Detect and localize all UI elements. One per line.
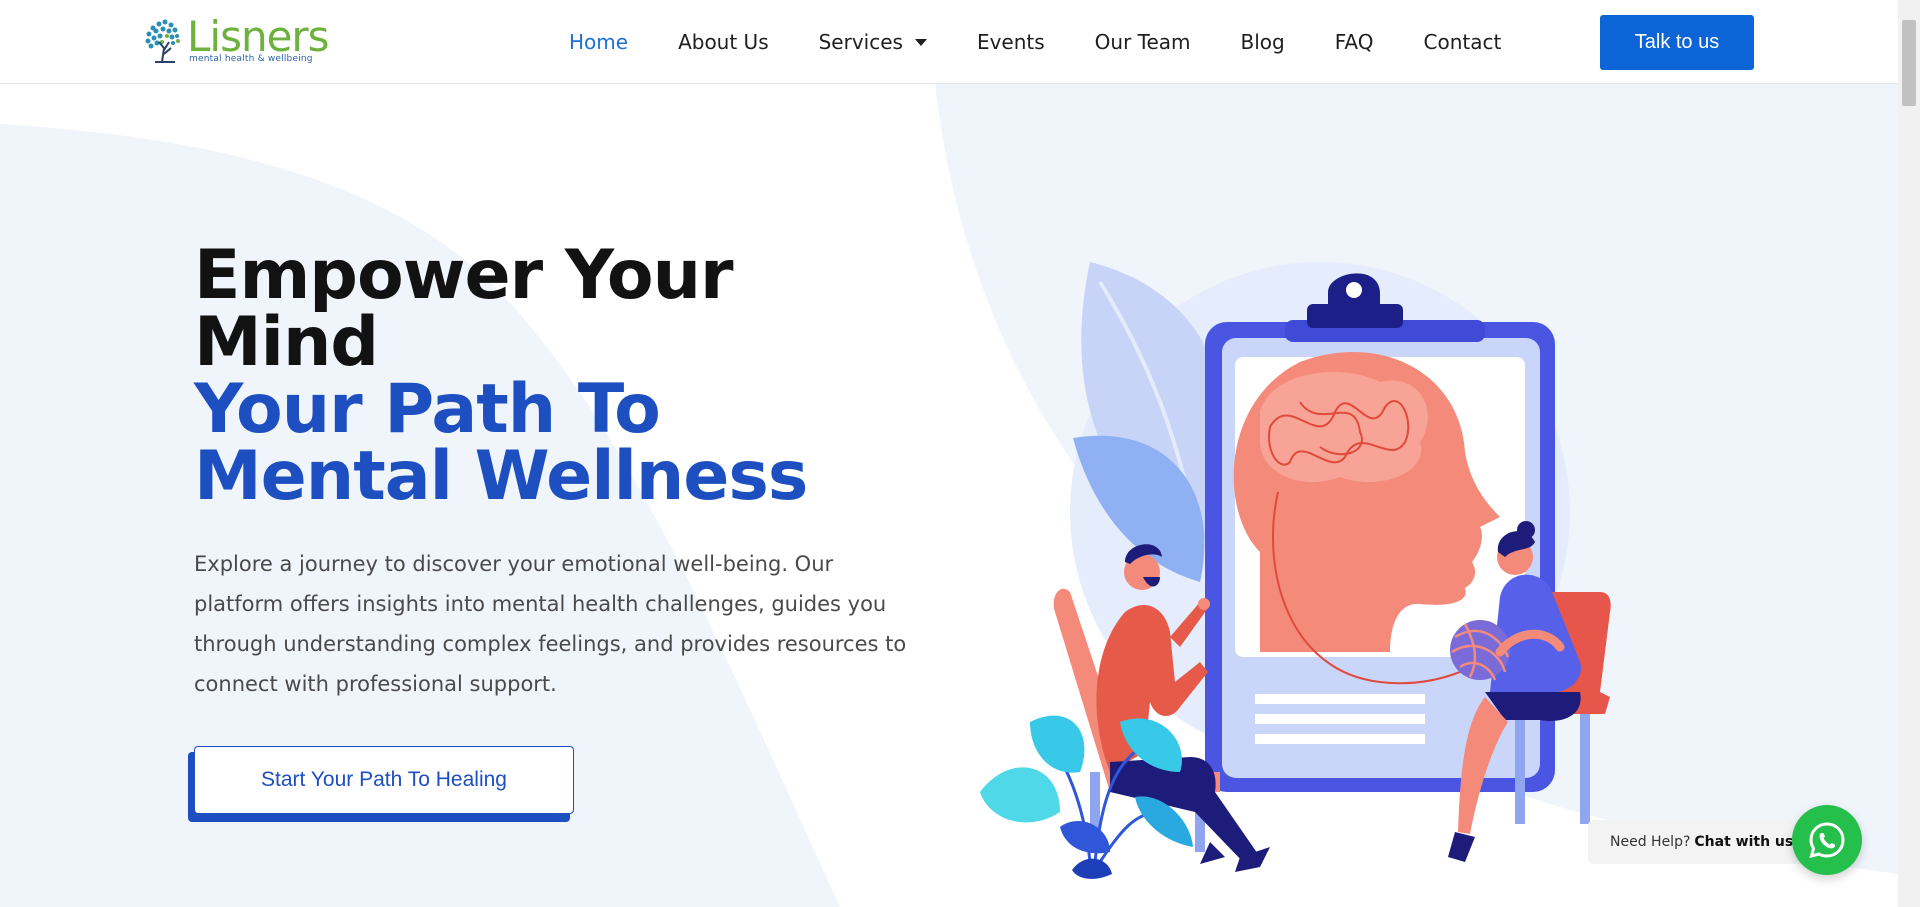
chat-help-link: Chat with us — [1694, 834, 1794, 850]
caret-down-icon — [914, 38, 927, 46]
main-nav: Home About Us Services Events Our Team B… — [569, 29, 1501, 55]
start-path-button-wrapper: Start Your Path To Healing — [188, 746, 574, 826]
whatsapp-icon — [1809, 822, 1845, 859]
nav-faq[interactable]: FAQ — [1335, 29, 1374, 55]
nav-home[interactable]: Home — [569, 29, 628, 55]
talk-to-us-button[interactable]: Talk to us — [1600, 15, 1754, 70]
tree-logo-icon — [145, 19, 180, 63]
plant-leaf-5 — [1060, 821, 1110, 854]
nav-services-label: Services — [818, 30, 903, 54]
headline-line-1: Empower Your — [194, 236, 734, 315]
whatsapp-chat-button[interactable] — [1792, 805, 1862, 875]
site-header: Lisners mental health & wellbeing Home A… — [0, 0, 1898, 84]
scrollbar-thumb[interactable] — [1902, 20, 1916, 106]
nav-events[interactable]: Events — [977, 29, 1045, 55]
page-scrollbar[interactable] — [1898, 0, 1920, 907]
brand-logo[interactable]: Lisners mental health & wellbeing — [143, 12, 330, 68]
nav-about-us[interactable]: About Us — [678, 29, 769, 55]
hero-section: Empower Your Mind Your Path To Mental We… — [0, 84, 1898, 907]
headline-highlight-1: Your Path To — [194, 370, 661, 449]
nav-our-team[interactable]: Our Team — [1095, 29, 1191, 55]
nav-contact[interactable]: Contact — [1424, 29, 1502, 55]
plant-leaf-1 — [1030, 715, 1085, 773]
chat-help-prefix: Need Help? — [1610, 834, 1691, 850]
brand-tagline: mental health & wellbeing — [189, 54, 313, 64]
plant-leaf-2 — [980, 767, 1060, 823]
hero-description: Explore a journey to discover your emoti… — [194, 552, 907, 696]
therapy-illustration — [980, 262, 1611, 907]
chat-help-label[interactable]: Need Help? Chat with us — [1588, 820, 1816, 864]
headline-line-2: Mind — [194, 303, 379, 382]
headline-highlight-2: Mental Wellness — [194, 437, 808, 516]
hero-headline: Empower Your Mind Your Path To Mental We… — [194, 236, 934, 516]
nav-blog[interactable]: Blog — [1241, 29, 1285, 55]
start-path-button[interactable]: Start Your Path To Healing — [194, 746, 574, 814]
nav-services[interactable]: Services — [819, 29, 927, 55]
